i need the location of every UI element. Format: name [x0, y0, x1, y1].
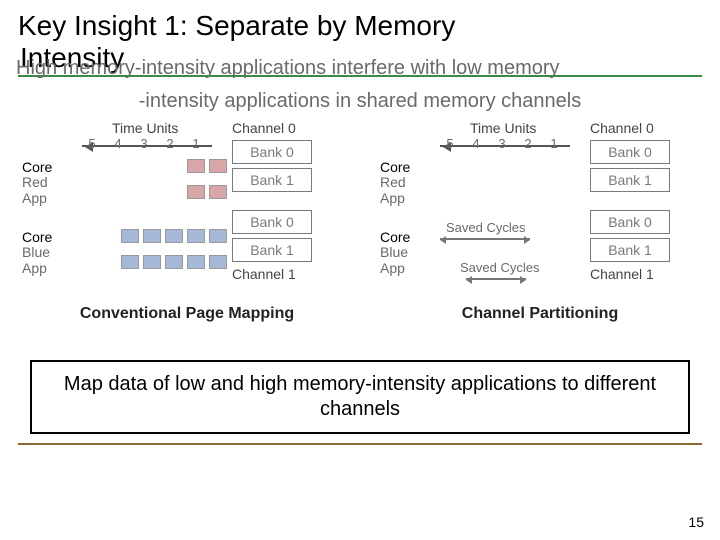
red-app-label: Red App: [22, 174, 48, 205]
saved-cycles-label: Saved Cycles: [446, 220, 525, 235]
core-blue-app-label: Core Blue App: [380, 230, 422, 276]
core-label: Core: [380, 229, 410, 245]
time-units-label: Time Units: [112, 120, 178, 136]
core-label: Core: [22, 159, 52, 175]
subtitle-line-1: High memory-intensity applications inter…: [16, 56, 696, 81]
bank-box: Bank 1: [232, 238, 312, 262]
tick: 5: [440, 136, 460, 151]
bank-box: Bank 0: [590, 140, 670, 164]
core-red-app-label: Core Red App: [22, 160, 64, 206]
callout-box: Map data of low and high memory-intensit…: [30, 360, 690, 434]
tick: 2: [518, 136, 538, 151]
bank-box: Bank 0: [232, 140, 312, 164]
bank-box: Bank 1: [590, 168, 670, 192]
tick: 3: [492, 136, 512, 151]
memory-column-right: Channel 0 Bank 0 Bank 1 Bank 0 Bank 1 Ch…: [590, 120, 690, 282]
tick: 1: [544, 136, 564, 151]
channel-1-label: Channel 1: [590, 266, 690, 282]
bank-box: Bank 1: [590, 238, 670, 262]
tick: 5: [82, 136, 102, 151]
channel-1-label: Channel 1: [232, 266, 332, 282]
time-units-label: Time Units: [470, 120, 536, 136]
tick: 3: [134, 136, 154, 151]
tick: 2: [160, 136, 180, 151]
bank-box: Bank 0: [232, 210, 312, 234]
tick: 4: [108, 136, 128, 151]
core-red-app-label: Core Red App: [380, 160, 422, 206]
time-ruler: 5 4 3 2 1: [440, 136, 570, 152]
channel-0-label: Channel 0: [232, 120, 332, 136]
tick: 4: [466, 136, 486, 151]
blue-app-label: Blue App: [380, 244, 408, 275]
slide-title: Key Insight 1: Separate by Memory: [0, 0, 720, 42]
bank-box: Bank 0: [590, 210, 670, 234]
time-ruler: 5 4 3 2 1: [82, 136, 212, 152]
channel-0-label: Channel 0: [590, 120, 690, 136]
request-grid-blue: [67, 226, 227, 278]
core-label: Core: [22, 229, 52, 245]
saved-cycles-label: Saved Cycles: [460, 260, 539, 275]
caption-partitioning: Channel Partitioning: [380, 305, 700, 323]
saved-cycles-arrow-icon: [440, 238, 530, 240]
core-blue-app-label: Core Blue App: [22, 230, 64, 276]
core-label: Core: [380, 159, 410, 175]
memory-column-left: Channel 0 Bank 0 Bank 1 Bank 0 Bank 1 Ch…: [232, 120, 332, 282]
footer-underline: [18, 443, 702, 445]
bank-box: Bank 1: [232, 168, 312, 192]
blue-app-label: Blue App: [22, 244, 50, 275]
saved-cycles-arrow-icon: [466, 278, 526, 280]
request-grid-red: [67, 156, 227, 208]
page-number: 15: [688, 514, 704, 530]
subtitle-line-2: -intensity applications in shared memory…: [0, 90, 720, 113]
caption-conventional: Conventional Page Mapping: [22, 305, 352, 323]
red-app-label: Red App: [380, 174, 406, 205]
tick: 1: [186, 136, 206, 151]
